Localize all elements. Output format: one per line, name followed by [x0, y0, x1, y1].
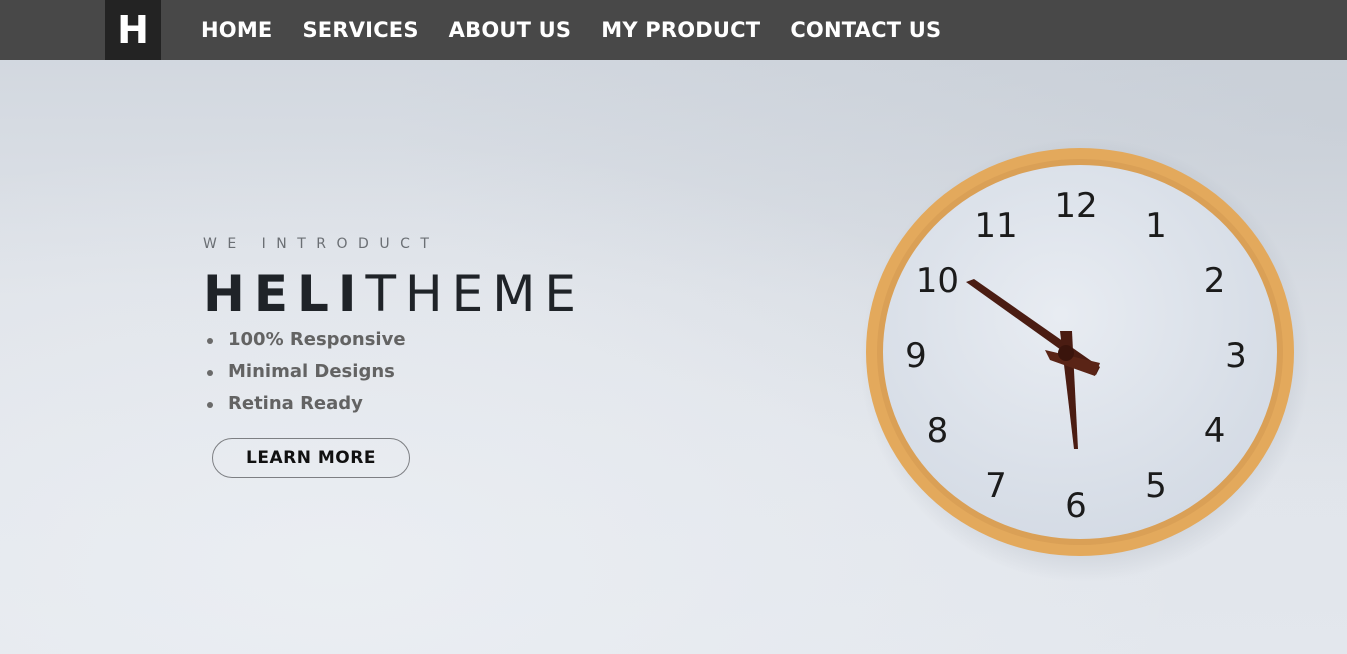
clock-number-10: 10: [916, 261, 959, 301]
clock-number-8: 8: [927, 411, 949, 451]
clock-number-9: 9: [905, 336, 927, 376]
clock-number-1: 1: [1145, 206, 1167, 246]
hero-intro-text: WE INTRODUCT: [203, 236, 440, 252]
feature-item: Retina Ready: [203, 390, 406, 422]
feature-list: 100% Responsive Minimal Designs Retina R…: [203, 326, 406, 422]
wall-clock-image: 12 1 2 3 4 5 6 7 8 9 10 11: [850, 135, 1310, 585]
clock-number-11: 11: [974, 206, 1017, 246]
top-navbar: H HOME SERVICES ABOUT US MY PRODUCT CONT…: [0, 0, 1347, 60]
clock-icon: 12 12 3 45 6 789 10 11: [860, 138, 1310, 582]
clock-number-12: 12: [1054, 186, 1097, 226]
feature-item: 100% Responsive: [203, 326, 406, 358]
clock-number-3: 3: [1225, 336, 1247, 376]
hero-title: HELITHEME: [203, 266, 585, 322]
clock-center-cap: [1058, 345, 1074, 361]
main-nav: HOME SERVICES ABOUT US MY PRODUCT CONTAC…: [201, 0, 971, 60]
nav-about-us-link[interactable]: ABOUT US: [449, 18, 572, 42]
site-logo[interactable]: H: [105, 0, 161, 60]
clock-number-7: 7: [985, 466, 1007, 506]
feature-item: Minimal Designs: [203, 358, 406, 390]
clock-number-2: 2: [1204, 261, 1226, 301]
learn-more-button[interactable]: LEARN MORE: [212, 438, 410, 478]
nav-services-link[interactable]: SERVICES: [302, 18, 418, 42]
hero-title-bold: HELI: [203, 265, 366, 323]
clock-number-5: 5: [1145, 466, 1167, 506]
nav-my-product-link[interactable]: MY PRODUCT: [601, 18, 760, 42]
clock-number-4: 4: [1204, 411, 1226, 451]
clock-number-6: 6: [1065, 486, 1087, 526]
hero-title-light: THEME: [365, 265, 585, 323]
nav-contact-us-link[interactable]: CONTACT US: [790, 18, 941, 42]
nav-home-link[interactable]: HOME: [201, 18, 272, 42]
